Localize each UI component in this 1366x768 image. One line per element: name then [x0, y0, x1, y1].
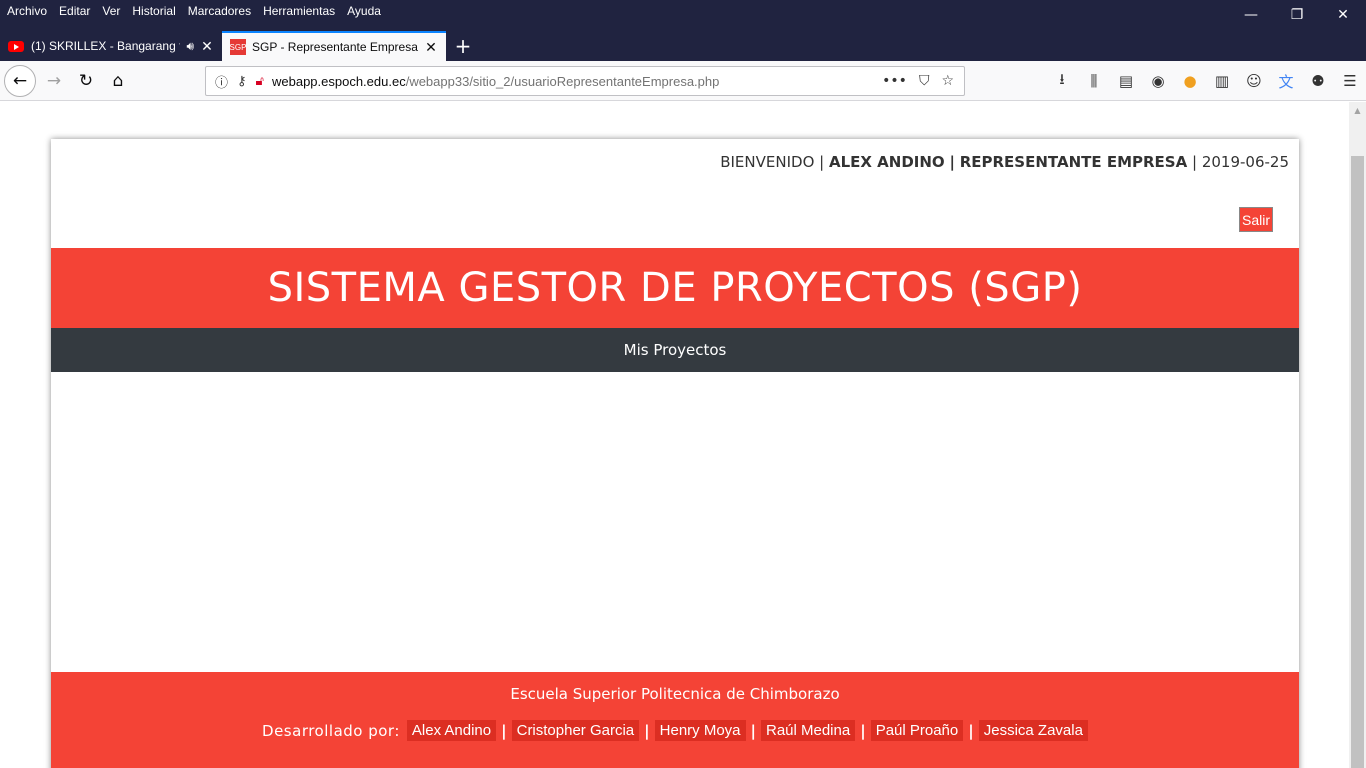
account-icon[interactable]: ◉	[1142, 72, 1174, 90]
page-container: BIENVENIDO | ALEX ANDINO | REPRESENTANTE…	[51, 139, 1299, 768]
page-title: SISTEMA GESTOR DE PROYECTOS (SGP)	[267, 265, 1083, 311]
window-controls: — ❐ ✕	[1228, 0, 1366, 30]
extension-face-icon[interactable]: ☺	[1238, 72, 1270, 90]
forward-icon[interactable]: →	[38, 65, 70, 97]
close-tab-icon[interactable]: ✕	[200, 38, 214, 55]
sidebar-icon[interactable]: ▤	[1110, 72, 1142, 90]
page-viewport: BIENVENIDO | ALEX ANDINO | REPRESENTANTE…	[0, 102, 1349, 768]
footer-school: Escuela Superior Politecnica de Chimbora…	[510, 685, 840, 703]
menu-archivo[interactable]: Archivo	[7, 4, 47, 18]
tab-youtube[interactable]: (1) SKRILLEX - Bangarang fe 🔊︎ ✕	[0, 31, 222, 61]
footer: Escuela Superior Politecnica de Chimbora…	[51, 672, 1299, 768]
welcome-text: BIENVENIDO | ALEX ANDINO | REPRESENTANTE…	[720, 153, 1289, 171]
menu-hamburger-icon[interactable]: ☰	[1334, 72, 1366, 90]
info-icon[interactable]: ⓘ	[215, 72, 228, 91]
menu-editar[interactable]: Editar	[59, 4, 90, 18]
developer-link[interactable]: Jessica Zavala	[978, 720, 1088, 741]
menu-ver[interactable]: Ver	[102, 4, 120, 18]
developer-link[interactable]: Paúl Proaño	[870, 720, 964, 741]
download-icon[interactable]: ⭳	[1046, 69, 1078, 94]
developer-link[interactable]: Cristopher Garcia	[511, 720, 640, 741]
menu-historial[interactable]: Historial	[132, 4, 175, 18]
current-date: 2019-06-25	[1201, 153, 1289, 171]
library-icon[interactable]: ⫼	[1078, 72, 1110, 90]
insecure-lock-icon[interactable]: 🔓︎	[256, 74, 264, 89]
minimize-icon[interactable]: —	[1228, 0, 1274, 30]
reload-icon[interactable]: ↻	[70, 65, 102, 97]
tab-strip: (1) SKRILLEX - Bangarang fe 🔊︎ ✕ SGP SGP…	[0, 31, 480, 61]
browser-titlebar: Archivo Editar Ver Historial Marcadores …	[0, 0, 1366, 61]
page-actions-icon[interactable]: •••	[882, 73, 907, 89]
extension-dots-icon[interactable]: ⚉	[1302, 72, 1334, 90]
close-window-icon[interactable]: ✕	[1320, 0, 1366, 30]
extension-bars-icon[interactable]: ▥	[1206, 72, 1238, 90]
menu-bar: Archivo Editar Ver Historial Marcadores …	[0, 0, 393, 22]
scrollbar-thumb[interactable]	[1351, 156, 1364, 768]
translate-icon[interactable]: 文	[1270, 71, 1302, 92]
key-icon[interactable]: ⚷	[237, 74, 247, 89]
main-menu: Mis Proyectos	[51, 328, 1299, 372]
extension-cplus-icon[interactable]: ●	[1174, 72, 1206, 90]
url-bar[interactable]: ⓘ ⚷ 🔓︎ webapp.espoch.edu.ec/webapp33/sit…	[205, 66, 965, 96]
bookmark-star-icon[interactable]: ☆	[941, 73, 954, 89]
speaker-icon[interactable]: 🔊︎	[186, 39, 194, 54]
youtube-icon	[8, 40, 24, 52]
developer-link[interactable]: Henry Moya	[654, 720, 746, 741]
menu-marcadores[interactable]: Marcadores	[188, 4, 251, 18]
menu-mis-proyectos[interactable]: Mis Proyectos	[624, 341, 727, 359]
navigation-bar: ← → ↻ ⌂ ⓘ ⚷ 🔓︎ webapp.espoch.edu.ec/weba…	[0, 61, 1366, 101]
menu-herramientas[interactable]: Herramientas	[263, 4, 335, 18]
toolbar-icons: ⭳ ⫼ ▤ ◉ ● ▥ ☺ 文 ⚉ ☰	[1046, 61, 1366, 101]
user-name: ALEX ANDINO	[828, 153, 945, 171]
sgp-icon: SGP	[230, 39, 246, 55]
tab-label: (1) SKRILLEX - Bangarang fe	[31, 39, 181, 53]
page-scrollbar[interactable]: ▲	[1349, 102, 1366, 768]
logout-button[interactable]: Salir	[1239, 207, 1273, 232]
pocket-icon[interactable]: ⛉	[919, 73, 930, 89]
back-icon[interactable]: ←	[4, 65, 36, 97]
url-text[interactable]: webapp.espoch.edu.ec/webapp33/sitio_2/us…	[272, 74, 882, 89]
home-icon[interactable]: ⌂	[102, 65, 134, 97]
tab-label: SGP - Representante Empresa	[252, 40, 418, 54]
scroll-up-icon[interactable]: ▲	[1349, 102, 1366, 119]
close-tab-icon[interactable]: ✕	[424, 39, 438, 56]
header-banner: SISTEMA GESTOR DE PROYECTOS (SGP)	[51, 248, 1299, 328]
menu-ayuda[interactable]: Ayuda	[347, 4, 381, 18]
tab-sgp[interactable]: SGP SGP - Representante Empresa ✕	[222, 31, 446, 61]
developer-link[interactable]: Alex Andino	[406, 720, 497, 741]
user-role: REPRESENTANTE EMPRESA	[959, 153, 1188, 171]
new-tab-icon[interactable]: +	[446, 31, 480, 61]
welcome-prefix: BIENVENIDO	[720, 153, 815, 171]
developed-by-label: Desarrollado por:	[262, 721, 400, 740]
developer-link[interactable]: Raúl Medina	[760, 720, 856, 741]
restore-icon[interactable]: ❐	[1274, 0, 1320, 30]
developers-row: Desarrollado por: Alex Andino | Cristoph…	[51, 720, 1299, 741]
